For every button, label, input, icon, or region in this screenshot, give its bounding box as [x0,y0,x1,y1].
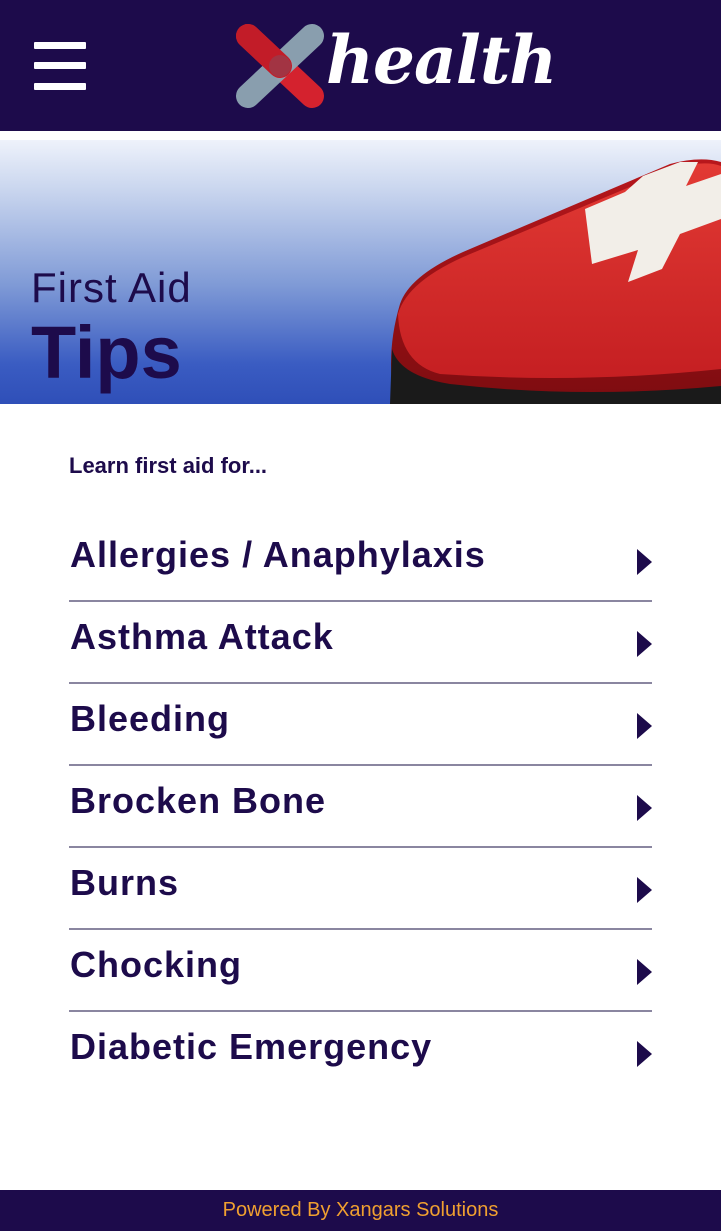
chevron-right-icon [637,795,652,821]
list-item-label: Chocking [70,944,243,985]
chevron-right-icon [637,877,652,903]
intro-text: Learn first aid for... [69,453,268,478]
hamburger-menu-icon[interactable] [34,42,86,90]
app-logo[interactable]: health [230,18,557,113]
list-item-broken-bone[interactable]: Brocken Bone [69,766,652,848]
chevron-right-icon [637,713,652,739]
footer-credit: Powered By Xangars Solutions [222,1199,499,1221]
list-item-burns[interactable]: Burns [69,848,652,930]
first-aid-topic-list: Allergies / Anaphylaxis Asthma Attack Bl… [69,520,652,1092]
app-header: health [0,0,721,131]
list-item-label: Brocken Bone [70,780,327,821]
list-item-allergies[interactable]: Allergies / Anaphylaxis [69,520,652,602]
hero-banner: First Aid Tips [0,140,721,404]
list-item-label: Bleeding [70,698,231,739]
app-footer: Powered By Xangars Solutions [0,1190,721,1231]
header-spacer [0,131,721,140]
logo-text: health [326,21,557,99]
list-item-label: Asthma Attack [70,616,334,657]
logo-x-mark-icon [236,24,324,108]
list-item-label: Diabetic Emergency [70,1026,433,1067]
list-item-bleeding[interactable]: Bleeding [69,684,652,766]
hero-title: Tips [31,311,182,394]
list-item-choking[interactable]: Chocking [69,930,652,1012]
list-item-asthma[interactable]: Asthma Attack [69,602,652,684]
chevron-right-icon [637,631,652,657]
list-item-label: Burns [70,862,180,903]
list-item-diabetic-emergency[interactable]: Diabetic Emergency [69,1012,652,1092]
chevron-right-icon [637,549,652,575]
chevron-right-icon [637,1041,652,1067]
first-aid-kit-image [390,159,721,404]
chevron-right-icon [637,959,652,985]
hero-subtitle: First Aid [31,264,192,311]
list-item-label: Allergies / Anaphylaxis [70,534,486,575]
